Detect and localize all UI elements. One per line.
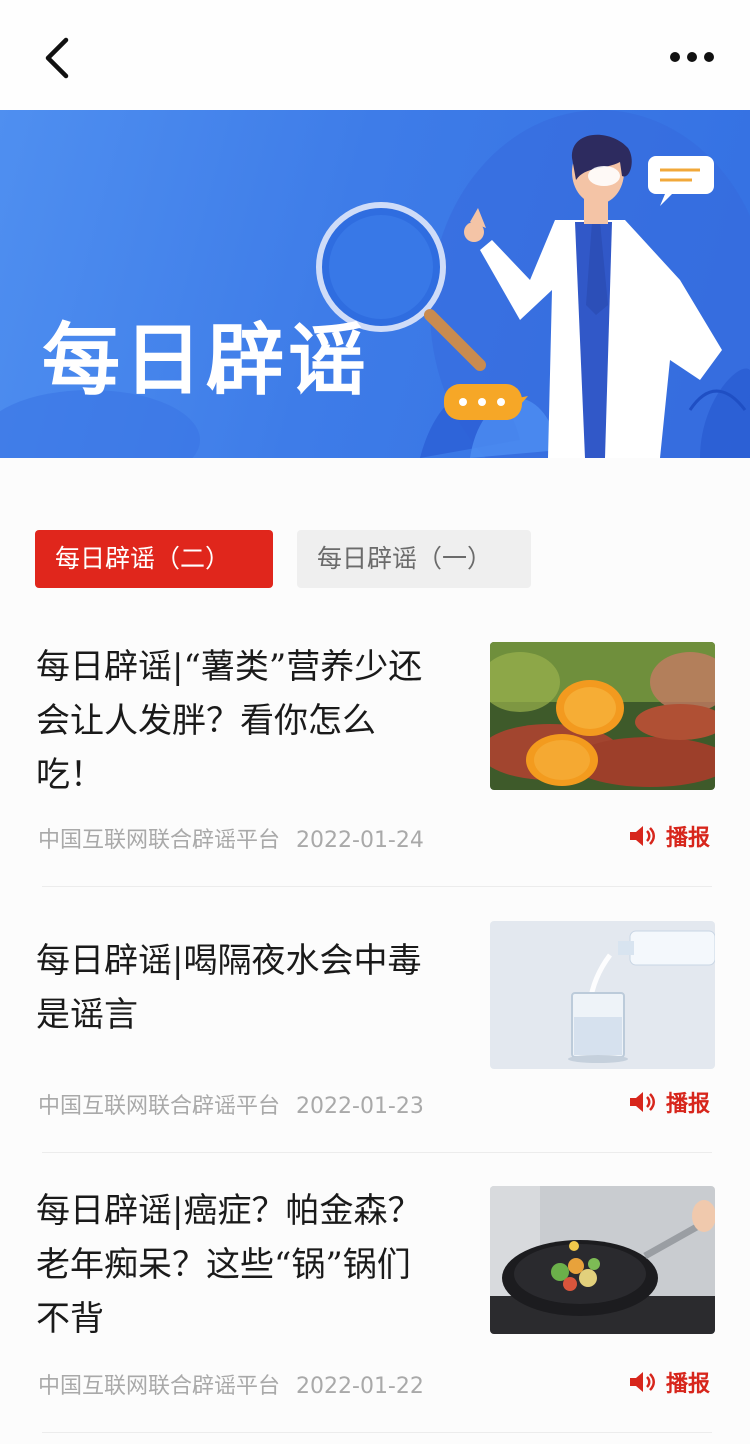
speaker-icon	[630, 826, 655, 846]
article-thumbnail	[490, 642, 715, 790]
chevron-left-icon	[45, 37, 69, 79]
play-button[interactable]: 播报	[628, 1086, 710, 1118]
article-item[interactable]: 每日辟谣|“薯类”营养少还 会让人发胖？看你怎么 吃！ 中国互联网联合辟谣平台 2…	[0, 640, 750, 886]
article-thumbnail	[490, 1186, 715, 1334]
top-bar	[0, 0, 750, 110]
article-thumbnail	[490, 921, 715, 1069]
divider	[42, 886, 712, 887]
tab-daily-rumor-1[interactable]: 每日辟谣（一）	[297, 530, 531, 588]
more-dots-icon	[670, 52, 714, 62]
divider	[42, 1152, 712, 1153]
water-glass-image	[490, 921, 715, 1069]
sweet-potato-image	[490, 642, 715, 790]
article-title: 每日辟谣|“薯类”营养少还 会让人发胖？看你怎么 吃！	[36, 640, 466, 802]
banner: 每日辟谣	[0, 110, 750, 458]
speaker-icon	[630, 1092, 655, 1112]
article-date: 2022-01-22	[296, 1374, 424, 1399]
article-title-line: 会让人发胖？看你怎么	[36, 701, 376, 741]
article-title-line: 每日辟谣|喝隔夜水会中毒	[36, 941, 422, 981]
article-meta: 中国互联网联合辟谣平台 2022-01-22	[38, 1368, 424, 1400]
article-title-line: 每日辟谣|癌症？帕金森？	[36, 1191, 422, 1231]
article-date: 2022-01-24	[296, 828, 424, 853]
article-title-line: 是谣言	[36, 995, 138, 1035]
more-button[interactable]	[664, 40, 720, 74]
play-label: 播报	[666, 826, 711, 851]
article-item[interactable]: 每日辟谣|喝隔夜水会中毒 是谣言 中国互联网联合辟谣平台 2022-01-23 播…	[0, 921, 750, 1150]
play-button[interactable]: 播报	[628, 820, 710, 852]
divider	[42, 1432, 712, 1433]
article-source: 中国互联网联合辟谣平台	[38, 1374, 281, 1399]
article-item[interactable]: 每日辟谣|癌症？帕金森？ 老年痴呆？这些“锅”锅们 不背 中国互联网联合辟谣平台…	[0, 1184, 750, 1414]
article-source: 中国互联网联合辟谣平台	[38, 828, 281, 853]
tab-bar: 每日辟谣（二） 每日辟谣（一）	[0, 530, 750, 590]
article-title-line: 吃！	[36, 755, 104, 795]
article-meta: 中国互联网联合辟谣平台 2022-01-24	[38, 822, 424, 854]
article-title-line: 不背	[36, 1299, 104, 1339]
article-date: 2022-01-23	[296, 1094, 424, 1119]
frying-pan-image	[490, 1186, 715, 1334]
article-title-line: 每日辟谣|“薯类”营养少还	[36, 647, 423, 687]
article-title-line: 老年痴呆？这些“锅”锅们	[36, 1245, 411, 1285]
article-source: 中国互联网联合辟谣平台	[38, 1094, 281, 1119]
article-title: 每日辟谣|癌症？帕金森？ 老年痴呆？这些“锅”锅们 不背	[36, 1184, 466, 1346]
play-label: 播报	[666, 1092, 711, 1117]
speaker-icon	[630, 1372, 655, 1392]
tab-daily-rumor-2[interactable]: 每日辟谣（二）	[35, 530, 273, 588]
article-title: 每日辟谣|喝隔夜水会中毒 是谣言	[36, 934, 466, 1042]
back-button[interactable]	[38, 34, 78, 82]
article-meta: 中国互联网联合辟谣平台 2022-01-23	[38, 1088, 424, 1120]
play-button[interactable]: 播报	[628, 1366, 710, 1398]
play-label: 播报	[666, 1372, 711, 1397]
banner-title: 每日辟谣	[42, 316, 371, 406]
